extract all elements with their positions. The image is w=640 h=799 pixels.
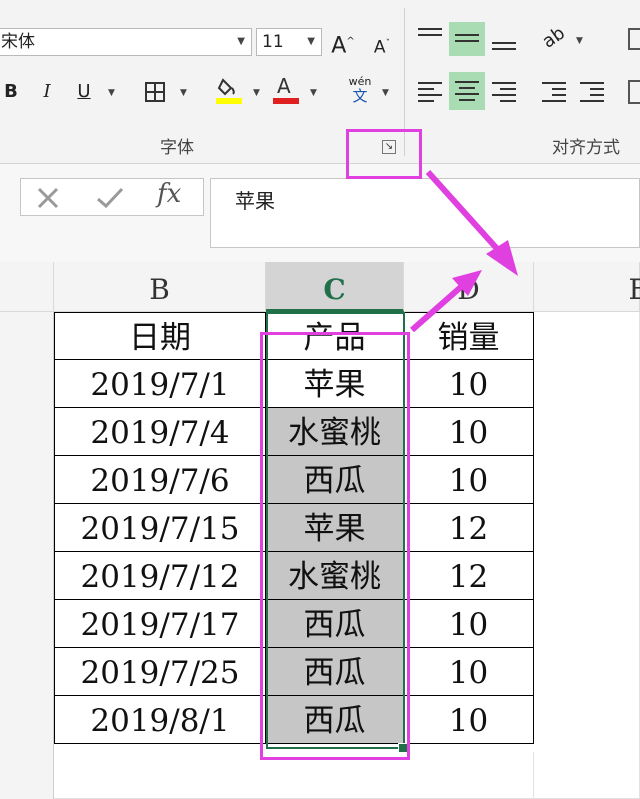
arrow-line <box>410 283 464 333</box>
arrow-line <box>425 169 503 255</box>
annotation-arrows <box>410 169 518 333</box>
